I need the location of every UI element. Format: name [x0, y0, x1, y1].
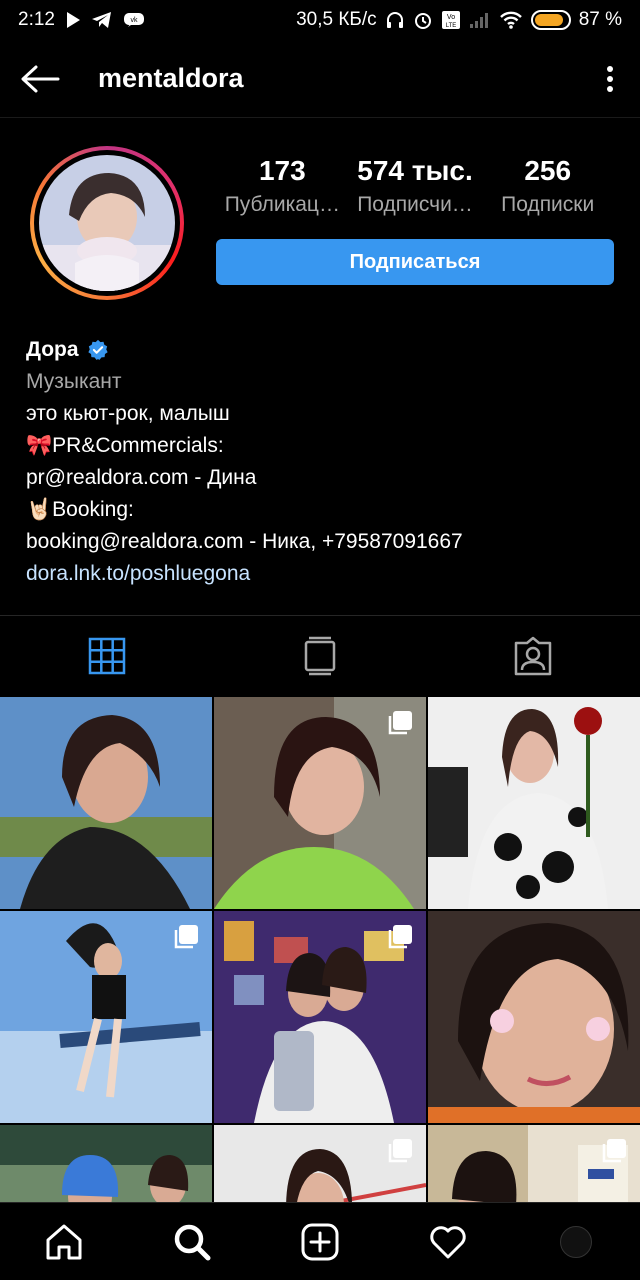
- post-thumbnail[interactable]: [428, 911, 640, 1123]
- post-thumbnail[interactable]: [214, 1125, 426, 1205]
- nav-activity[interactable]: [384, 1203, 512, 1280]
- profile-username: mentaldora: [98, 63, 244, 93]
- alarm-icon: [413, 10, 433, 30]
- grid-icon: [88, 637, 125, 674]
- verified-badge-icon: [87, 339, 108, 360]
- stat-followers[interactable]: 574 тыс. Подписчи…: [349, 152, 482, 220]
- svg-text:Vo: Vo: [447, 14, 455, 21]
- follow-button[interactable]: Подписаться: [216, 239, 614, 285]
- stat-following-value: 256: [524, 155, 572, 186]
- battery-icon: [530, 10, 571, 30]
- stat-followers-value: 574 тыс.: [357, 155, 473, 186]
- story-ring[interactable]: [30, 146, 184, 300]
- stat-followers-label: Подписчи…: [357, 193, 473, 216]
- tab-igtv[interactable]: [213, 616, 426, 695]
- profile-stats: 173 Публикац… 574 тыс. Подписчи… 256 Под…: [216, 152, 614, 220]
- tagged-icon: [515, 636, 552, 675]
- carousel-icon: [388, 1139, 412, 1163]
- nav-home[interactable]: [0, 1203, 128, 1280]
- top-nav: mentaldora: [0, 40, 640, 118]
- post-thumbnail[interactable]: [428, 697, 640, 909]
- bio-line: booking@realdora.com - Ника, +7958709166…: [26, 530, 463, 553]
- carousel-icon: [388, 925, 412, 949]
- signal-icon: [469, 11, 491, 29]
- svg-text:vk: vk: [130, 17, 138, 24]
- avatar: [39, 155, 175, 291]
- nav-profile[interactable]: [512, 1203, 640, 1280]
- carousel-icon: [388, 711, 412, 735]
- tab-grid[interactable]: [0, 616, 213, 695]
- carousel-icon: [174, 925, 198, 949]
- post-thumbnail[interactable]: [428, 1125, 640, 1205]
- telegram-icon: [91, 11, 113, 29]
- profile-tabs: [0, 615, 640, 695]
- igtv-icon: [304, 636, 336, 675]
- headphones-icon: [385, 10, 405, 30]
- stat-posts-value: 173: [258, 155, 306, 186]
- profile-header: 173 Публикац… 574 тыс. Подписчи… 256 Под…: [0, 118, 640, 318]
- post-thumbnail[interactable]: [0, 697, 212, 909]
- profile-bio: Дора Музыкант это кьют-рок, малыш 🎀PR&Co…: [26, 334, 616, 590]
- stat-following-label: Подписки: [501, 193, 595, 216]
- post-thumbnail[interactable]: [0, 911, 212, 1123]
- bottom-nav: [0, 1202, 640, 1280]
- home-icon: [46, 1224, 82, 1259]
- stat-posts-label: Публикац…: [224, 193, 340, 216]
- bio-category: Музыкант: [26, 370, 122, 393]
- back-arrow-icon: [21, 65, 60, 92]
- svg-text:LTE: LTE: [445, 23, 456, 29]
- nav-new-post[interactable]: [256, 1203, 384, 1280]
- tab-tagged[interactable]: [427, 616, 640, 695]
- bio-line: 🤘🏻Booking:: [26, 498, 134, 521]
- posts-grid: [0, 697, 640, 1205]
- bio-website-link[interactable]: dora.lnk.to/poshluegona: [26, 558, 616, 590]
- new-post-icon: [301, 1223, 339, 1260]
- bio-line: это кьют-рок, малыш: [26, 402, 230, 425]
- more-vertical-icon: [607, 65, 613, 92]
- volte-icon: Vo LTE: [441, 10, 461, 30]
- back-button[interactable]: [0, 40, 80, 118]
- status-bar: 2:12 vk 30,5 КБ/с Vo LTE 87 %: [0, 0, 640, 40]
- more-options-button[interactable]: [580, 40, 640, 118]
- carousel-icon: [602, 1139, 626, 1163]
- post-thumbnail[interactable]: [214, 697, 426, 909]
- heart-icon: [430, 1225, 466, 1258]
- play-icon: [65, 11, 81, 29]
- post-thumbnail[interactable]: [214, 911, 426, 1123]
- network-speed: 30,5 КБ/с: [296, 9, 377, 30]
- bio-line: 🎀PR&Commercials:: [26, 434, 224, 457]
- stat-posts[interactable]: 173 Публикац…: [216, 152, 349, 220]
- search-icon: [174, 1224, 211, 1260]
- bio-line: pr@realdora.com - Дина: [26, 466, 257, 489]
- vk-icon: vk: [123, 11, 147, 29]
- profile-avatar: [560, 1225, 592, 1258]
- stat-following[interactable]: 256 Подписки: [481, 152, 614, 220]
- status-time: 2:12: [18, 9, 55, 30]
- battery-percent: 87 %: [578, 9, 622, 30]
- wifi-icon: [499, 10, 523, 30]
- nav-search[interactable]: [128, 1203, 256, 1280]
- post-thumbnail[interactable]: [0, 1125, 212, 1205]
- display-name: Дора: [26, 338, 79, 361]
